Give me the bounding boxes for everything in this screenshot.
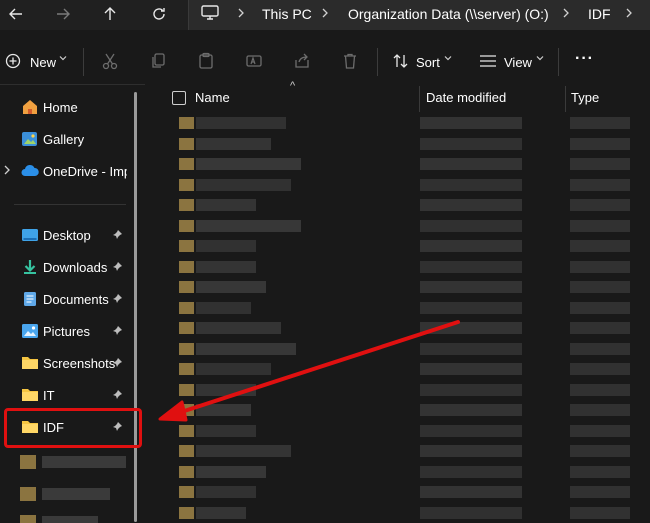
annotation-arrow	[158, 320, 460, 422]
